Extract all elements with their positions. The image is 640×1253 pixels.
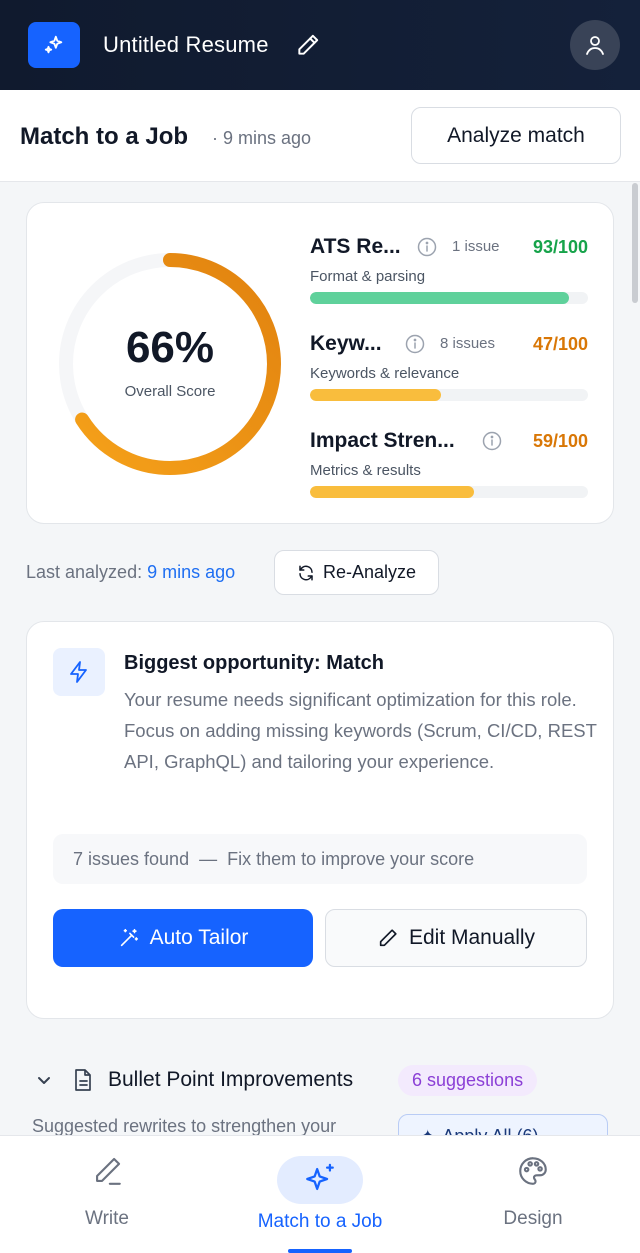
user-menu-button[interactable] (570, 20, 620, 70)
overall-score-value: 66% (125, 323, 215, 372)
metric-progress-fill (310, 292, 569, 304)
refresh-icon (299, 565, 313, 580)
metric-score: 47/100 (532, 334, 588, 354)
auto-tailor-button[interactable]: Auto Tailor (53, 909, 313, 967)
edit-manually-button[interactable]: Edit Manually (325, 909, 587, 967)
page-timestamp: · 9 mins ago (212, 128, 312, 148)
re-analyze-label: Re-Analyze (322, 562, 417, 582)
app-logo[interactable] (28, 22, 80, 68)
nav-match-label: Match to a Job (257, 1211, 383, 1232)
overall-score-label: Overall Score (124, 383, 216, 400)
metric-name: ATS Re... (310, 235, 401, 258)
info-icon[interactable] (405, 334, 425, 354)
bottom-navigation: Write Match to a Job Design (0, 1135, 640, 1253)
metric-progress-track (310, 486, 588, 498)
document-icon (75, 1069, 91, 1091)
page-title: Match to a Job (20, 123, 189, 150)
metric-description: Keywords & relevance (310, 365, 460, 382)
metric-progress-fill (310, 486, 475, 498)
info-icon[interactable] (417, 237, 437, 257)
scrollbar-thumb[interactable] (632, 183, 638, 303)
metric-keywords: Keyw... 8 issues 47/100 Keywords & relev… (310, 332, 588, 412)
metric-description: Metrics & results (310, 462, 421, 479)
metric-ats: ATS Re... 1 issue 93/100 Format & parsin… (310, 235, 588, 315)
nav-match-to-job[interactable]: Match to a Job (230, 1136, 410, 1253)
nav-design[interactable]: Design (443, 1136, 623, 1253)
nav-design-label: Design (503, 1208, 563, 1229)
edit-title-button[interactable] (295, 32, 321, 58)
pencil-icon (379, 929, 397, 947)
last-analyzed-time: 9 mins ago (147, 562, 236, 582)
info-icon[interactable] (482, 431, 502, 451)
chevron-down-icon[interactable] (36, 1072, 52, 1088)
bolt-icon (70, 661, 87, 683)
opportunity-description: Your resume needs significant optimizati… (124, 689, 597, 772)
score-card: 66% Overall Score ATS Re... 1 issue 93/1… (26, 202, 614, 524)
overall-score-gauge: 66% Overall Score (55, 249, 285, 479)
document-title[interactable]: Untitled Resume (103, 32, 269, 58)
pencil-icon (297, 34, 318, 55)
nav-write[interactable]: Write (17, 1136, 197, 1253)
opportunity-title: Biggest opportunity: Match (124, 652, 384, 674)
user-icon (586, 36, 604, 55)
issues-summary-text: 7 issues found — Fix them to improve you… (73, 848, 475, 869)
app-header: Untitled Resume (0, 0, 640, 90)
last-analyzed-label: Last analyzed: (26, 562, 143, 582)
opportunity-card: Biggest opportunity: Match Your resume n… (26, 621, 614, 1019)
suggestions-badge: 6 suggestions (398, 1065, 538, 1096)
metric-name: Keyw... (310, 332, 382, 355)
metric-name: Impact Stren... (310, 429, 455, 452)
sparkles-icon (306, 1163, 334, 1191)
pen-icon (96, 1157, 121, 1185)
metric-description: Format & parsing (310, 268, 426, 285)
palette-icon (519, 1157, 547, 1185)
issues-summary: 7 issues found — Fix them to improve you… (53, 834, 587, 884)
auto-tailor-label: Auto Tailor (149, 926, 249, 949)
metric-impact: Impact Stren... 59/100 Metrics & results (310, 429, 588, 509)
metric-progress-track (310, 292, 588, 304)
edit-manually-label: Edit Manually (408, 926, 536, 949)
nav-active-indicator (288, 1249, 352, 1253)
metric-score: 93/100 (532, 237, 588, 257)
sparkle-icon (44, 35, 63, 54)
metric-progress-fill (310, 389, 441, 401)
metric-issues: 8 issues (440, 335, 496, 352)
metric-score: 59/100 (532, 431, 588, 451)
bullet-section-subtitle: Suggested rewrites to strengthen your (32, 1116, 337, 1136)
magic-wand-icon (120, 928, 138, 947)
re-analyze-button[interactable]: Re-Analyze (274, 550, 439, 595)
last-analyzed: Last analyzed: 9 mins ago (26, 562, 235, 583)
metric-progress-track (310, 389, 588, 401)
bullet-section-title: Bullet Point Improvements (108, 1068, 354, 1091)
nav-write-label: Write (85, 1208, 129, 1229)
analyze-match-button[interactable]: Analyze match (411, 107, 621, 164)
opportunity-icon-box (53, 648, 105, 696)
metric-issues: 1 issue (452, 238, 500, 255)
